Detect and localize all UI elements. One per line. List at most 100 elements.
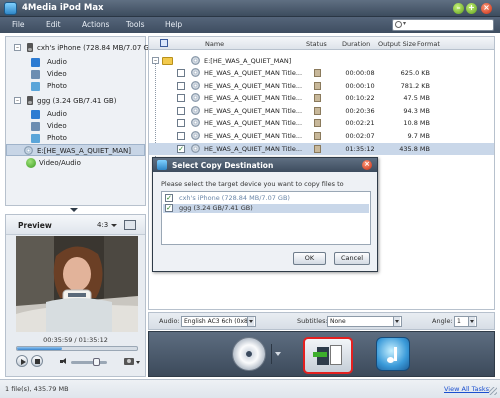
row-checkbox[interactable] — [177, 132, 185, 140]
search-box[interactable]: ▾ — [392, 19, 494, 31]
tree-item-photo[interactable]: Photo — [6, 80, 145, 92]
disc-icon — [191, 56, 200, 65]
search-input[interactable] — [411, 21, 491, 30]
preview-title: Preview — [18, 221, 52, 230]
file-output-size: 94.3 MB — [403, 106, 430, 115]
menu-tools[interactable]: Tools — [126, 20, 144, 29]
tree-item-label: Photo — [47, 134, 67, 142]
preview-panel: Preview 4:3 00:35:59 / 01:35:12 — [5, 214, 146, 377]
chevron-down-icon[interactable] — [393, 317, 400, 326]
menu-file[interactable]: File — [12, 20, 25, 29]
dvd-options-dropdown-icon[interactable] — [271, 344, 283, 364]
disc-icon — [191, 143, 200, 153]
resize-grip-icon[interactable] — [489, 387, 497, 395]
menu-help[interactable]: Help — [165, 20, 182, 29]
stop-button[interactable] — [31, 355, 43, 367]
column-format[interactable]: Format — [417, 40, 440, 48]
play-button[interactable] — [16, 355, 28, 367]
file-name: HE_WAS_A_QUIET_MAN Title... — [204, 106, 303, 115]
maximize-button[interactable]: + — [466, 3, 477, 14]
expand-toggle[interactable]: – — [14, 97, 21, 104]
menu-actions[interactable]: Actions — [82, 20, 109, 29]
status-icon — [314, 81, 321, 90]
menu-edit[interactable]: Edit — [46, 20, 61, 29]
folder-row[interactable]: – E:[HE_WAS_A_QUIET_MAN] — [149, 55, 494, 67]
column-status[interactable]: Status — [306, 40, 327, 48]
ok-button[interactable]: OK — [293, 252, 326, 265]
angle-select[interactable]: 1 — [454, 316, 477, 327]
device-row-ggg[interactable]: – ggg (3.24 GB/7.41 GB) — [6, 95, 145, 107]
audio-track-select[interactable]: English AC3 6ch (0x80) — [181, 316, 256, 327]
copy-to-device-button[interactable] — [303, 337, 353, 374]
volume-slider-thumb[interactable] — [93, 358, 101, 366]
tree-item-video[interactable]: Video — [6, 120, 145, 132]
file-name: HE_WAS_A_QUIET_MAN Title... — [204, 69, 303, 77]
table-row[interactable]: ✓ HE_WAS_A_QUIET_MAN Title... 01:35:12 435.… — [149, 142, 494, 155]
volume-slider[interactable] — [71, 361, 107, 364]
table-row[interactable]: HE_WAS_A_QUIET_MAN Title... 00:00:08 625.0… — [149, 67, 494, 79]
file-output-size: 47.5 MB — [403, 94, 430, 103]
minimize-button[interactable]: – — [453, 3, 464, 14]
view-all-tasks-link[interactable]: View All Tasks — [444, 385, 489, 393]
snapshot-dropdown-icon[interactable] — [136, 361, 140, 364]
video-icon — [31, 70, 40, 79]
subtitles-label: Subtitles: — [297, 317, 328, 325]
row-checkbox[interactable] — [177, 106, 185, 115]
row-checkbox[interactable]: ✓ — [177, 144, 185, 153]
table-row[interactable]: HE_WAS_A_QUIET_MAN Title... 00:02:21 10.8 … — [149, 117, 494, 129]
snapshot-camera-icon[interactable] — [124, 358, 134, 365]
destination-checkbox[interactable]: ✓ — [165, 194, 173, 202]
destination-checkbox[interactable]: ✓ — [165, 204, 173, 212]
detach-preview-icon[interactable] — [124, 220, 136, 230]
photo-icon — [31, 134, 40, 143]
table-row[interactable]: HE_WAS_A_QUIET_MAN Title... 00:00:10 781.2… — [149, 80, 494, 92]
cancel-button[interactable]: Cancel — [334, 252, 370, 265]
row-checkbox[interactable] — [177, 94, 185, 103]
volume-icon[interactable] — [60, 358, 68, 365]
tree-item-audio[interactable]: Audio — [6, 56, 145, 68]
subtitles-select[interactable]: None — [327, 316, 402, 327]
device-label: cxh's iPhone (728.84 MB/7.07 GB) — [37, 44, 157, 52]
ipod-icon — [27, 43, 33, 52]
close-button[interactable]: × — [481, 3, 492, 14]
row-checkbox[interactable] — [177, 69, 185, 77]
video-icon — [31, 122, 40, 131]
table-row[interactable]: HE_WAS_A_QUIET_MAN Title... 00:20:36 94.3 … — [149, 105, 494, 117]
file-name: HE_WAS_A_QUIET_MAN Title... — [204, 119, 303, 128]
chevron-down-icon[interactable] — [111, 224, 117, 227]
action-bar — [148, 331, 495, 377]
aspect-ratio-select[interactable]: 4:3 — [97, 221, 108, 229]
column-duration[interactable]: Duration — [342, 40, 370, 48]
select-all-checkbox[interactable] — [160, 39, 168, 47]
tree-item-video[interactable]: Video — [6, 68, 145, 80]
expand-toggle[interactable]: – — [14, 44, 21, 51]
file-name: HE_WAS_A_QUIET_MAN Title... — [204, 144, 303, 153]
column-output-size[interactable]: Output Size — [378, 40, 416, 48]
table-row[interactable]: HE_WAS_A_QUIET_MAN Title... 00:02:07 9.7 M… — [149, 130, 494, 142]
table-row[interactable]: HE_WAS_A_QUIET_MAN Title... 00:10:22 47.5 … — [149, 92, 494, 104]
row-checkbox[interactable] — [177, 119, 185, 128]
tree-item-audio[interactable]: Audio — [6, 108, 145, 120]
status-icon — [314, 144, 321, 153]
tree-item-photo[interactable]: Photo — [6, 132, 145, 144]
search-icon[interactable] — [395, 21, 402, 28]
status-icon — [314, 94, 321, 103]
chevron-down-icon[interactable] — [468, 317, 475, 326]
ipod-icon — [27, 96, 33, 105]
column-name[interactable]: Name — [205, 40, 224, 48]
seek-bar[interactable] — [16, 346, 138, 351]
destination-item-iphone[interactable]: ✓ cxh's iPhone (728.84 MB/7.07 GB) — [163, 194, 369, 203]
collapse-arrow-icon[interactable] — [70, 208, 78, 212]
device-row-iphone[interactable]: – cxh's iPhone (728.84 MB/7.07 GB) — [6, 42, 157, 54]
row-checkbox[interactable] — [177, 81, 185, 90]
destination-item-ggg[interactable]: ✓ ggg (3.24 GB/7.41 GB) — [163, 204, 369, 213]
search-dropdown-icon[interactable]: ▾ — [403, 20, 406, 27]
tree-item-disc[interactable]: E:[HE_WAS_A_QUIET_MAN] — [6, 144, 145, 156]
tree-item-video-audio[interactable]: Video/Audio — [6, 157, 145, 169]
itunes-icon[interactable] — [376, 337, 410, 371]
dialog-close-button[interactable]: × — [362, 160, 372, 170]
dvd-disc-icon[interactable] — [232, 337, 266, 371]
chevron-down-icon[interactable] — [247, 317, 254, 326]
angle-value: 1 — [457, 318, 461, 325]
expand-toggle[interactable]: – — [152, 57, 159, 64]
